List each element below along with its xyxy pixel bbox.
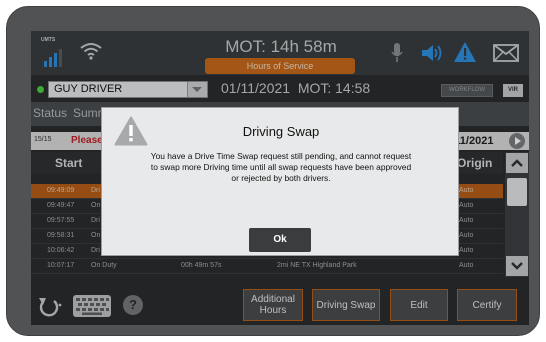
tablet-device: UMTS MOT: 14h 58m Hours of Service GUY D… [6, 6, 540, 336]
app-screen: UMTS MOT: 14h 58m Hours of Service GUY D… [31, 31, 529, 325]
dialog-title: Driving Swap [242, 124, 320, 139]
dialog-message: You have a Drive Time Swap request still… [150, 151, 412, 183]
ok-button[interactable]: Ok [249, 228, 311, 252]
driving-swap-dialog: Driving Swap You have a Drive Time Swap … [101, 107, 459, 256]
